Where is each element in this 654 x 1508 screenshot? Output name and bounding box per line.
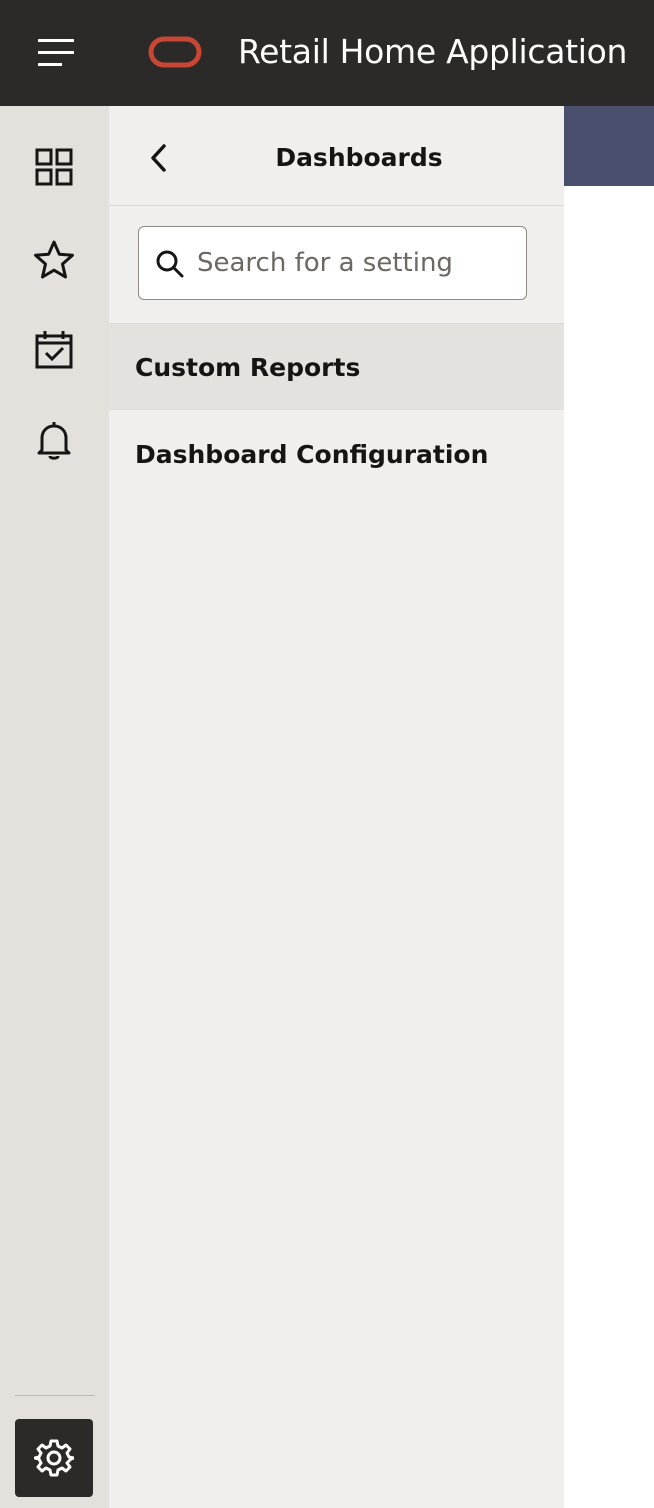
nav-item-dashboard-configuration[interactable]: Dashboard Configuration	[109, 411, 564, 497]
nav-item-label: Custom Reports	[135, 352, 361, 382]
navigation-rail	[0, 106, 109, 1508]
search-input[interactable]	[197, 241, 515, 285]
content-banner	[564, 106, 654, 186]
hamburger-menu-icon[interactable]	[24, 28, 88, 78]
dashboard-grid-icon[interactable]	[24, 137, 84, 197]
settings-button[interactable]	[15, 1419, 93, 1497]
star-icon[interactable]	[24, 230, 84, 290]
app-header: Retail Home Application	[0, 0, 654, 106]
oracle-logo	[148, 36, 202, 68]
rail-divider	[15, 1395, 95, 1396]
panel-header: Dashboards	[109, 106, 564, 206]
gear-icon	[34, 1439, 74, 1477]
nav-item-label: Dashboard Configuration	[135, 439, 489, 469]
app-title: Retail Home Application	[238, 32, 628, 71]
bell-icon[interactable]	[24, 410, 84, 470]
panel-title: Dashboards	[275, 143, 443, 172]
calendar-check-icon[interactable]	[24, 320, 84, 380]
dashboards-panel: Dashboards Custom Reports Dashboard Conf…	[109, 106, 564, 1508]
search-icon	[156, 250, 184, 278]
search-field[interactable]	[138, 226, 527, 300]
nav-item-custom-reports[interactable]: Custom Reports	[109, 324, 564, 410]
